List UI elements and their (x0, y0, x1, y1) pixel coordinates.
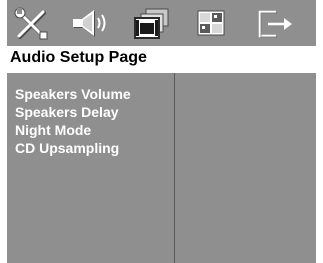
tab-exit[interactable] (254, 6, 296, 40)
menu-item-cd-upsampling[interactable]: CD Upsampling (15, 140, 119, 156)
page-title-bar: Audio Setup Page (7, 46, 316, 73)
menu-item-night-mode[interactable]: Night Mode (15, 122, 91, 138)
video-screens-icon (131, 6, 173, 40)
speaker-icon (69, 6, 111, 40)
tab-general-setup[interactable] (11, 6, 53, 40)
setup-menu-screen: Audio Setup Page Speakers Volume Speaker… (7, 0, 316, 263)
tools-icon (11, 6, 53, 40)
settings-menu-list: Speakers Volume Speakers Delay Night Mod… (7, 73, 174, 263)
menu-item-speakers-volume[interactable]: Speakers Volume (15, 86, 131, 102)
preference-grid-icon (190, 6, 232, 40)
page-title: Audio Setup Page (10, 49, 147, 66)
tab-audio-setup[interactable] (69, 6, 111, 40)
options-panel (175, 73, 316, 263)
tab-video-setup[interactable] (131, 6, 173, 40)
menu-item-speakers-delay[interactable]: Speakers Delay (15, 104, 119, 120)
exit-icon (254, 6, 296, 40)
tab-bar (7, 0, 316, 46)
tab-preference-setup[interactable] (190, 6, 232, 40)
